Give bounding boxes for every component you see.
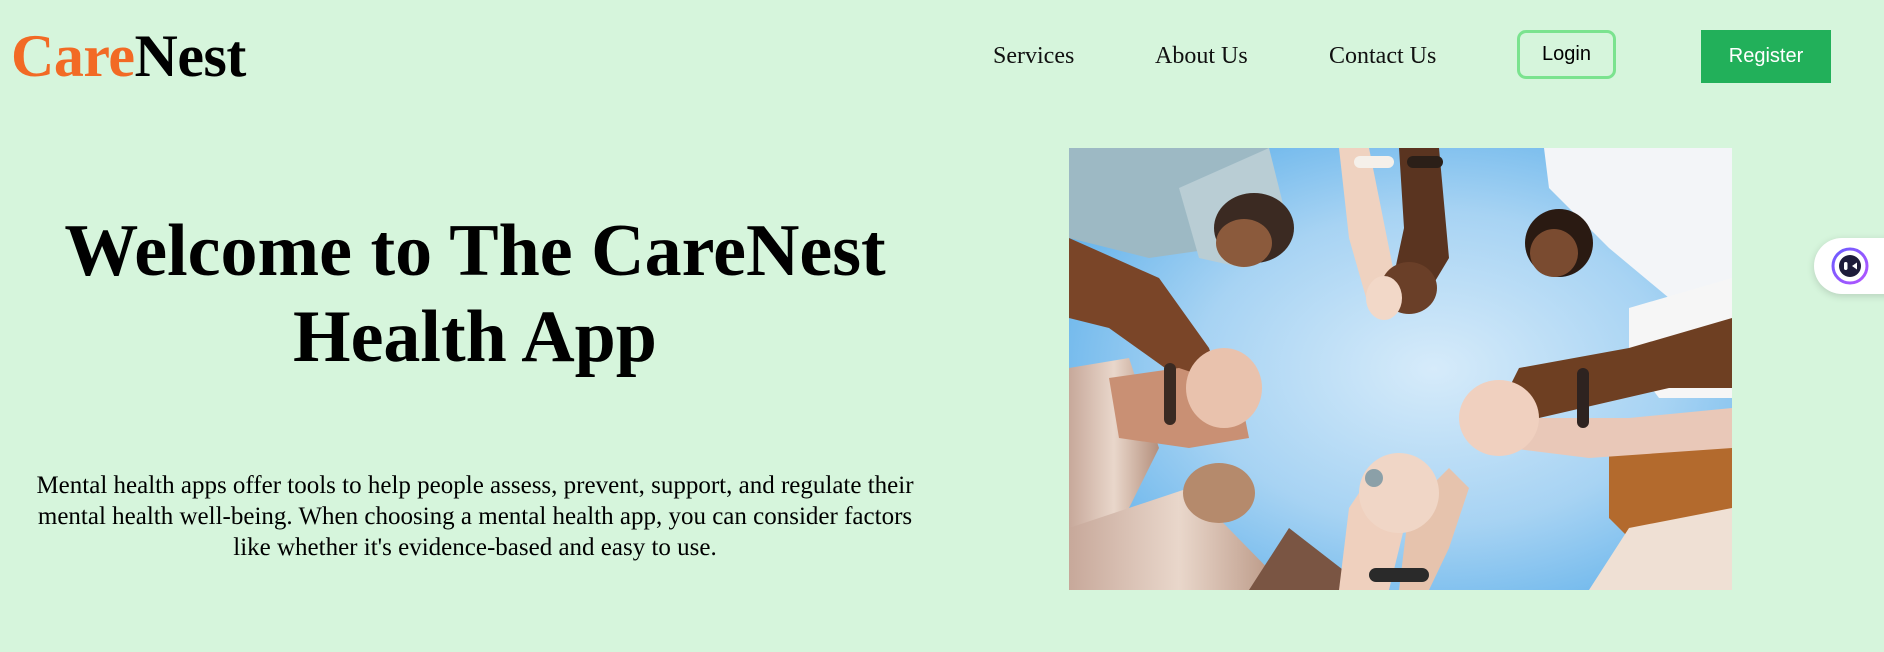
nav-link-services[interactable]: Services xyxy=(993,40,1074,72)
chat-assistant-icon xyxy=(1831,247,1869,285)
brand-name-part2: Nest xyxy=(134,23,247,89)
login-button[interactable]: Login xyxy=(1517,30,1616,79)
brand-name-part1: Care xyxy=(11,23,135,89)
hero-description: Mental health apps offer tools to help p… xyxy=(36,472,914,561)
nav-link-contact-us[interactable]: Contact Us xyxy=(1329,40,1436,72)
register-button[interactable]: Register xyxy=(1701,30,1831,83)
hero-title: Welcome to The CareNest Health App xyxy=(64,210,886,378)
chat-assistant-button[interactable] xyxy=(1814,238,1884,294)
brand-logo[interactable]: CareNest xyxy=(11,22,246,90)
hero-image xyxy=(1069,148,1732,590)
nav-link-about-us[interactable]: About Us xyxy=(1155,40,1248,72)
